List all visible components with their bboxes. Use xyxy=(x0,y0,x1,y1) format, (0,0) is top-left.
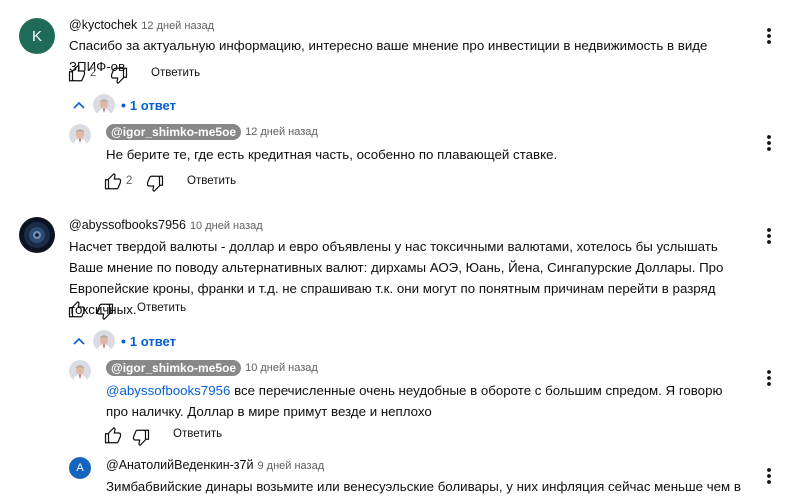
replies-count: 1 ответ xyxy=(129,97,176,113)
like-icon[interactable] xyxy=(104,427,122,445)
replies-count: 1 ответ xyxy=(129,333,176,349)
more-vert-icon[interactable] xyxy=(761,369,777,387)
reply-avatar[interactable] xyxy=(69,360,91,382)
comment-header: @kyctochek 12 дней назад xyxy=(69,18,214,32)
avatar[interactable] xyxy=(19,217,55,253)
reply-button[interactable]: Ответить xyxy=(151,67,200,79)
creator-avatar xyxy=(93,330,115,352)
avatar[interactable]: K xyxy=(19,18,55,54)
dislike-icon[interactable] xyxy=(132,428,150,446)
reply-button[interactable]: Ответить xyxy=(173,428,222,440)
reply-author[interactable]: @igor_shimko-me5oe xyxy=(106,360,242,376)
reply-text: Не берите те, где есть кредитная часть, … xyxy=(106,147,558,162)
comment-author[interactable]: @kyctochek xyxy=(69,18,137,32)
like-icon[interactable] xyxy=(104,173,122,191)
reply-header: @igor_shimko-me5oe 10 дней назад xyxy=(106,360,318,376)
avatar-letter: K xyxy=(31,27,42,45)
reply-header: @igor_shimko-me5oe 12 дней назад xyxy=(106,124,318,140)
reply-timestamp[interactable]: 12 дней назад xyxy=(245,126,318,138)
comment-header: @abyssofbooks7956 10 дней назад xyxy=(69,218,263,232)
reply-author[interactable]: @igor_shimko-me5oe xyxy=(106,124,242,140)
like-count: 2 xyxy=(126,175,133,187)
reply-avatar[interactable] xyxy=(69,124,91,146)
comment-author[interactable]: @abyssofbooks7956 xyxy=(69,218,186,232)
dislike-icon[interactable] xyxy=(146,174,164,192)
comment-timestamp[interactable]: 12 дней назад xyxy=(141,20,214,32)
dot-separator: • xyxy=(121,333,126,349)
more-vert-icon[interactable] xyxy=(761,27,777,45)
reply-text: Зимбабвийские динары возьмите или венесу… xyxy=(106,479,741,494)
reply-timestamp[interactable]: 10 дней назад xyxy=(245,362,318,374)
more-vert-icon[interactable] xyxy=(761,467,777,485)
reply-header: @АнатолийВеденкин-з7й 9 дней назад xyxy=(106,458,324,472)
comment-timestamp[interactable]: 10 дней назад xyxy=(190,220,263,232)
chevron-up-icon xyxy=(73,101,85,109)
more-vert-icon[interactable] xyxy=(761,227,777,245)
more-vert-icon[interactable] xyxy=(761,134,777,152)
dislike-icon[interactable] xyxy=(110,66,128,84)
reply-button[interactable]: Ответить xyxy=(137,302,186,314)
dislike-icon[interactable] xyxy=(96,302,114,320)
like-icon[interactable] xyxy=(68,301,86,319)
reply-avatar[interactable]: A xyxy=(69,457,91,479)
reply-button[interactable]: Ответить xyxy=(187,175,236,187)
replies-toggle[interactable]: • 1 ответ xyxy=(73,93,176,117)
reply-timestamp[interactable]: 9 дней назад xyxy=(257,460,324,472)
mention-link[interactable]: @abyssofbooks7956 xyxy=(106,383,230,398)
creator-avatar xyxy=(93,94,115,116)
reply-author[interactable]: @АнатолийВеденкин-з7й xyxy=(106,458,253,472)
replies-toggle[interactable]: • 1 ответ xyxy=(73,329,176,353)
avatar-letter: A xyxy=(76,462,84,474)
like-count: 2 xyxy=(90,67,97,79)
chevron-up-icon xyxy=(73,337,85,345)
like-icon[interactable] xyxy=(68,65,86,83)
reply-text: @abyssofbooks7956 все перечисленные очен… xyxy=(106,380,746,422)
dot-separator: • xyxy=(121,97,126,113)
